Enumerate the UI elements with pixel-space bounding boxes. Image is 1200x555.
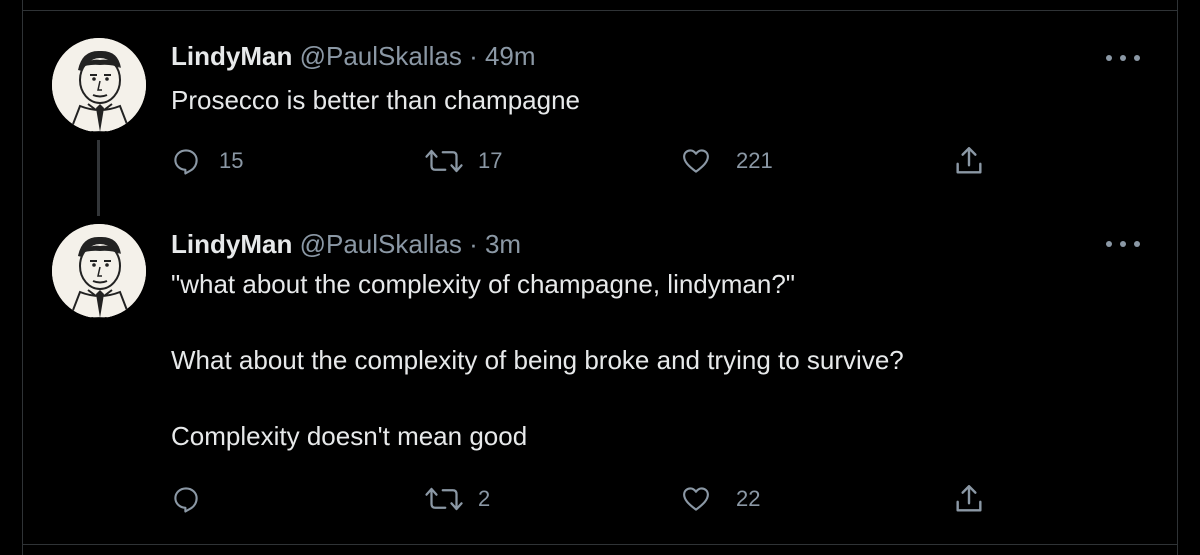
- like-button[interactable]: 221: [680, 146, 773, 176]
- tweet-text-line: "what about the complexity of champagne,…: [171, 269, 796, 299]
- author-handle[interactable]: @PaulSkallas: [300, 41, 462, 71]
- top-divider: [23, 10, 1177, 11]
- more-dot: [1106, 55, 1112, 61]
- share-button[interactable]: [952, 144, 986, 178]
- like-icon: [683, 487, 709, 511]
- tweet-timestamp[interactable]: 3m: [485, 229, 521, 259]
- like-button[interactable]: 22: [680, 484, 760, 514]
- author-name[interactable]: LindyMan: [171, 41, 292, 71]
- retweet-count: 17: [478, 148, 503, 173]
- tweet-timestamp[interactable]: 49m: [485, 41, 536, 71]
- avatar-caricature-image: [52, 224, 146, 318]
- reply-icon: [174, 487, 198, 513]
- retweet-button[interactable]: 17: [424, 146, 502, 176]
- reply-button[interactable]: [171, 484, 219, 514]
- author-name[interactable]: LindyMan: [171, 229, 292, 259]
- retweet-button[interactable]: 2: [424, 484, 490, 514]
- retweet-icon: [425, 149, 463, 173]
- avatar-caricature-image: [52, 38, 146, 132]
- retweet-count: 2: [478, 486, 491, 511]
- avatar[interactable]: [52, 224, 146, 318]
- reply-icon: [174, 149, 198, 175]
- tweet-text: Prosecco is better than champagne: [171, 84, 580, 116]
- more-dot: [1120, 241, 1126, 247]
- more-icon[interactable]: [1106, 48, 1140, 68]
- tweet-text: "what about the complexity of champagne,…: [171, 268, 904, 452]
- author-handle[interactable]: @PaulSkallas: [300, 229, 462, 259]
- retweet-icon: [425, 487, 463, 511]
- more-dot: [1134, 241, 1140, 247]
- share-button[interactable]: [952, 482, 986, 516]
- more-dot: [1120, 55, 1126, 61]
- more-dot: [1106, 241, 1112, 247]
- share-icon: [956, 485, 982, 512]
- bottom-divider: [23, 544, 1177, 545]
- tweet-header: LindyMan @PaulSkallas · 3m: [171, 228, 521, 260]
- like-icon: [683, 149, 709, 173]
- separator-dot: ·: [469, 41, 478, 71]
- more-dot: [1134, 55, 1140, 61]
- thread-connector-line: [97, 140, 100, 216]
- separator-dot: ·: [469, 229, 478, 259]
- tweet-text-line: What about the complexity of being broke…: [171, 345, 904, 375]
- like-count: 221: [736, 148, 773, 173]
- tweet-text-line: Complexity doesn't mean good: [171, 421, 528, 451]
- reply-button[interactable]: 15: [171, 146, 243, 176]
- like-count: 22: [736, 486, 761, 511]
- more-icon[interactable]: [1106, 234, 1140, 254]
- tweet-text-line: Prosecco is better than champagne: [171, 85, 581, 115]
- reply-count: 15: [219, 148, 244, 173]
- share-icon: [956, 147, 982, 174]
- tweet-header: LindyMan @PaulSkallas · 49m: [171, 40, 536, 72]
- avatar[interactable]: [52, 38, 146, 132]
